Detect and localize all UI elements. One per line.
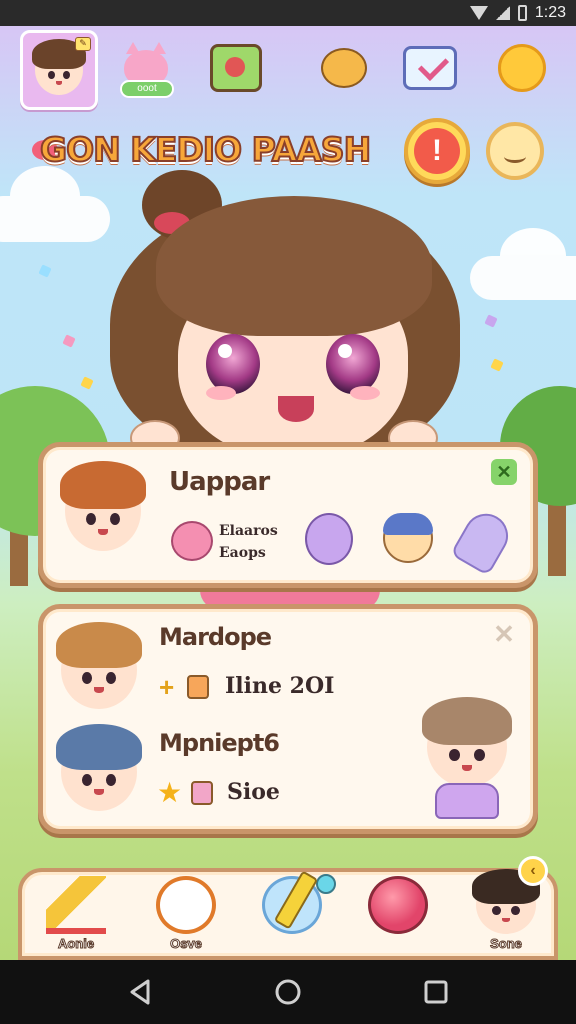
star-icon: ★	[157, 776, 183, 809]
friend-name: Mpniept6	[159, 729, 280, 757]
friends-panel: ✕ Mardope + Iline 2OI Mpniept6 ★ Sioe	[38, 604, 538, 834]
pencil-icon	[46, 876, 106, 934]
tasks-button[interactable]	[402, 40, 458, 96]
dog-icon	[321, 48, 367, 88]
close-icon[interactable]: ✕	[491, 459, 517, 485]
status-bar: 1:23	[0, 0, 576, 26]
panel-title: Uappar	[169, 467, 270, 497]
profile-avatar-button[interactable]: ✎	[20, 30, 98, 110]
cloud-decoration	[0, 166, 110, 242]
dock-label: Sone	[490, 936, 523, 952]
glove-icon[interactable]	[449, 505, 517, 577]
confetti	[80, 376, 94, 390]
plus-icon: +	[159, 672, 175, 702]
confetti	[484, 314, 498, 328]
star-icon	[498, 44, 546, 92]
character-panel[interactable]: Uappar ✕ Elaaros Eaops	[38, 442, 538, 588]
dock-label: Osve	[170, 936, 203, 952]
dock-label: Aonie	[57, 936, 95, 952]
paintbrush-icon	[262, 876, 322, 934]
pink-pet-icon	[171, 521, 213, 561]
dock-item-paint[interactable]	[244, 872, 340, 960]
home-icon[interactable]	[274, 978, 302, 1006]
panel-desc-line-2: Eaops	[219, 545, 266, 561]
bun-pet-icon[interactable]	[383, 513, 433, 563]
signal-icon	[495, 6, 510, 20]
ball-icon	[368, 876, 428, 934]
card-icon	[191, 781, 213, 805]
exclamation-icon: !	[414, 128, 460, 174]
purple-pet-icon[interactable]	[305, 513, 353, 565]
star-button[interactable]	[494, 40, 550, 96]
bear-girl-character[interactable]	[413, 697, 523, 819]
recents-icon[interactable]	[422, 978, 450, 1006]
cloud-decoration	[470, 228, 576, 300]
close-icon[interactable]: ✕	[491, 621, 517, 647]
title-banner: GON KEDIO PAASH !	[0, 118, 576, 188]
smile-button[interactable]	[486, 122, 544, 180]
friend-stat: Iline 2OI	[225, 673, 335, 699]
dock-item-pet[interactable]: Osve	[138, 872, 336, 960]
map-button[interactable]	[208, 40, 264, 96]
confetti	[62, 334, 76, 348]
map-icon	[210, 44, 262, 92]
status-time: 1:23	[534, 4, 566, 21]
bottom-dock: Aonie Osve ‹ Sone	[18, 856, 558, 960]
friend-name: Mardope	[159, 623, 272, 651]
top-icon-row: ✎ ooot	[0, 30, 576, 110]
back-icon[interactable]	[126, 978, 154, 1006]
battery-icon	[517, 5, 527, 21]
friend-stat: Sioe	[227, 779, 280, 805]
status-icons: 1:23	[469, 4, 566, 22]
cat-pill-label: ooot	[120, 80, 174, 98]
friend-avatar	[56, 621, 143, 713]
bag-icon	[187, 675, 209, 699]
panel-desc-line-1: Elaaros	[219, 523, 278, 539]
badge-icon: ✎	[75, 37, 91, 51]
system-nav-bar	[0, 960, 576, 1024]
alert-button[interactable]: !	[404, 118, 470, 184]
character-portrait	[55, 461, 151, 557]
chevron-left-icon: ‹	[518, 856, 548, 886]
confetti	[490, 358, 504, 372]
checkbox-icon	[403, 46, 457, 90]
dog-pet-button[interactable]	[316, 40, 372, 96]
ghost-icon	[156, 876, 216, 934]
avatar	[32, 39, 86, 95]
dock-item-profile[interactable]: ‹ Sone	[458, 856, 554, 960]
dock-item-draw[interactable]: Aonie	[28, 872, 124, 960]
game-title: GON KEDIO PAASH	[39, 129, 372, 170]
friend-avatar	[56, 723, 143, 815]
dock-item-ball[interactable]	[350, 872, 446, 960]
wifi-icon	[469, 6, 488, 20]
confetti	[38, 264, 52, 278]
